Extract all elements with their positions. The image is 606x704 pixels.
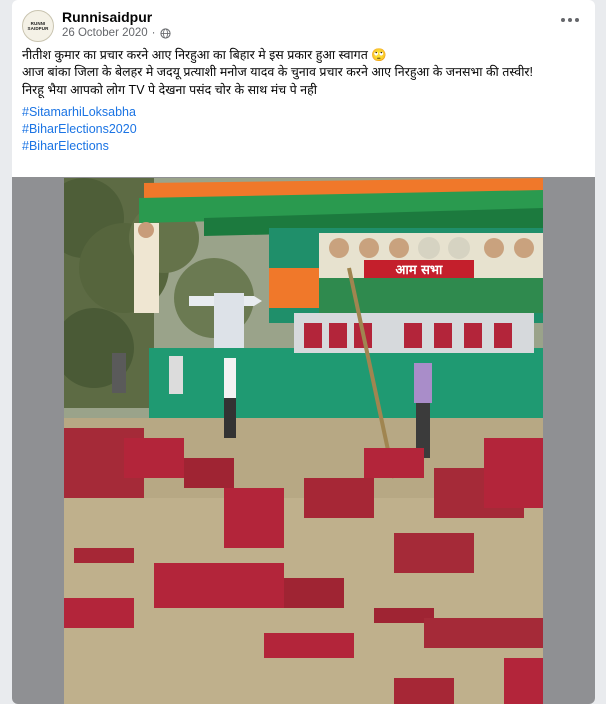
post-text-line-2: आज बांका जिला के बेलहर मे जदयू प्रत्याशी…	[22, 65, 534, 79]
separator-dot: ·	[151, 27, 156, 39]
hashtag-sitamarhi[interactable]: #SitamarhiLoksabha	[22, 104, 587, 121]
avatar-logo-text: RUNNI SAIDPUR	[27, 21, 49, 31]
post-meta: 26 October 2020 ·	[62, 27, 171, 39]
post-text-line-3: निरहू भैया आपको लोग TV पे देखना पसंद चोर…	[22, 83, 317, 97]
banner-text: आम सभा	[396, 263, 444, 278]
post-date[interactable]: 26 October 2020	[62, 27, 148, 39]
hashtag-bihar-elections-2020[interactable]: #BiharElections2020	[22, 121, 587, 138]
post-text: नीतीश कुमार का प्रचार करने आए निरहुआ का …	[22, 47, 587, 155]
post-text-line-1: नीतीश कुमार का प्रचार करने आए निरहुआ का …	[22, 48, 387, 62]
hashtag-list: #SitamarhiLoksabha #BiharElections2020 #…	[22, 104, 587, 155]
avatar[interactable]: RUNNI SAIDPUR	[22, 10, 54, 42]
more-horizontal-icon[interactable]	[561, 16, 579, 24]
hashtag-bihar-elections[interactable]: #BiharElections	[22, 138, 587, 155]
post-media[interactable]: आम सभा	[12, 177, 595, 704]
post-card: RUNNI SAIDPUR Runnisaidpur 26 October 20…	[12, 0, 595, 704]
post-header: RUNNI SAIDPUR Runnisaidpur 26 October 20…	[12, 0, 595, 44]
rally-photo[interactable]: आम सभा	[64, 178, 543, 704]
globe-icon[interactable]	[159, 27, 171, 39]
page-name[interactable]: Runnisaidpur	[62, 9, 152, 25]
